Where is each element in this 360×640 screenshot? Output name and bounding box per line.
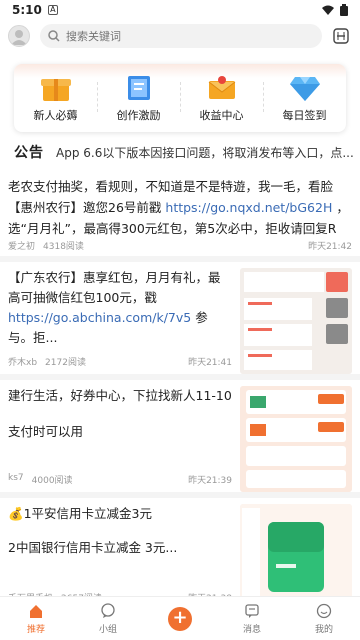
post-line-text: 1平安信用卡立减金3元: [23, 506, 152, 521]
tab-groups[interactable]: 小组: [72, 597, 144, 640]
tab-messages[interactable]: 消息: [216, 597, 288, 640]
tab-label: 我的: [314, 624, 333, 635]
status-time: 5:10: [12, 3, 42, 17]
top-header: [0, 20, 360, 52]
message-icon: [245, 603, 259, 618]
post-body: 💰1平安信用卡立减金3元 2中国银行信用卡立减金 3元...: [8, 504, 232, 558]
post-time: 昨天21:42: [308, 242, 352, 252]
post-time: 昨天21:41: [188, 358, 232, 368]
gift-box-icon: [40, 79, 71, 101]
post-meta: 爱之初 4318阅读 昨天21:42: [8, 239, 352, 252]
user-icon: [11, 30, 27, 45]
post-line: 💰1平安信用卡立减金3元: [8, 504, 232, 524]
post-feed: 老农支付抽奖，看规则，不知道是不是特遊，我一毛，看脸【惠州农行】邀您26号前戳 …: [0, 172, 360, 616]
post-author[interactable]: 爱之初: [8, 239, 35, 252]
diamond-icon: [289, 77, 320, 101]
search-bar[interactable]: [40, 24, 322, 48]
post-thumbnail[interactable]: [240, 504, 352, 610]
post-views: 2172阅读: [45, 358, 86, 368]
tab-profile[interactable]: 我的: [288, 597, 360, 640]
menu-item-label: 新人必薅: [33, 109, 78, 122]
post-meta: 乔木xb 2172阅读 昨天21:41: [8, 355, 232, 368]
tab-label: 推荐: [26, 624, 45, 635]
menu-item-label: 创作激励: [116, 109, 161, 122]
announcement-badge: 公告: [14, 145, 44, 161]
post-line: 建行生活，好券中心，下拉找新人11-10: [8, 388, 232, 403]
search-icon: [48, 30, 60, 42]
feature-menu: 新人必薅 创作激励 收益中心 每日签到: [14, 64, 346, 132]
menu-item-newbie[interactable]: 新人必薅: [14, 64, 97, 132]
post-line: 支付时可以用: [8, 424, 84, 439]
home-icon: [30, 604, 42, 618]
post-views: 4318阅读: [43, 242, 84, 252]
post-body: 老农支付抽奖，看规则，不知道是不是特遊，我一毛，看脸【惠州农行】邀您26号前戳 …: [8, 176, 352, 239]
coupon-screenshot-image: [240, 268, 352, 374]
money-bag-icon: 💰: [8, 506, 24, 521]
tab-label: 小组: [98, 624, 117, 635]
card-screenshot-image: [240, 504, 352, 610]
tab-recommend[interactable]: 推荐: [0, 597, 72, 640]
tab-label: 消息: [242, 624, 261, 635]
bottom-tab-bar: 推荐 小组 + 消息 我的: [0, 596, 360, 640]
post-link[interactable]: https://go.nqxd.net/bG62H: [165, 200, 332, 215]
announcement-text: App 6.6以下版本因接口问题，将取消发布等入口，点...: [56, 145, 354, 160]
post-item[interactable]: 【广东农行】惠享红包，月月有礼，最高可抽微信红包100元，戳 https://go…: [0, 262, 360, 380]
avatar[interactable]: [8, 25, 30, 47]
post-item[interactable]: 老农支付抽奖，看规则，不知道是不是特遊，我一毛，看脸【惠州农行】邀您26号前戳 …: [0, 172, 360, 262]
post-body: 【广东农行】惠享红包，月月有礼，最高可抽微信红包100元，戳 https://go…: [8, 268, 232, 348]
post-thumbnail[interactable]: [240, 268, 352, 374]
wifi-icon: [322, 5, 334, 15]
voucher-screenshot-image: [240, 386, 352, 492]
status-bar: 5:10 A: [0, 0, 360, 20]
post-author[interactable]: 乔木xb: [8, 355, 37, 368]
post-line: 2中国银行信用卡立减金 3元...: [8, 540, 178, 555]
notification-indicator-icon: A: [47, 5, 58, 15]
menu-item-earnings[interactable]: 收益中心: [180, 64, 263, 132]
scan-icon: [333, 28, 349, 44]
menu-item-checkin[interactable]: 每日签到: [263, 64, 346, 132]
post-views: 4000阅读: [31, 476, 73, 486]
post-item[interactable]: 建行生活，好券中心，下拉找新人11-10 支付时可以用 ks7 4000阅读 昨…: [0, 380, 360, 498]
menu-item-creator[interactable]: 创作激励: [97, 64, 180, 132]
post-time: 昨天21:39: [188, 476, 232, 486]
post-link[interactable]: https://go.abchina.com/k/7v5: [8, 310, 191, 325]
menu-item-label: 收益中心: [199, 109, 244, 122]
tab-create[interactable]: +: [144, 597, 216, 640]
announcement-bar[interactable]: 公告 App 6.6以下版本因接口问题，将取消发布等入口，点...: [14, 142, 354, 162]
post-text: 【广东农行】惠享红包，月月有礼，最高可抽微信红包100元，戳: [8, 270, 221, 305]
post-thumbnail[interactable]: [240, 386, 352, 492]
scan-button[interactable]: [330, 25, 352, 47]
post-author[interactable]: ks7: [8, 473, 24, 486]
menu-item-label: 每日签到: [282, 109, 327, 122]
book-icon: [127, 76, 150, 100]
battery-icon: [340, 4, 348, 16]
envelope-icon: [208, 76, 235, 99]
search-input[interactable]: [66, 29, 286, 43]
add-post-button[interactable]: +: [168, 606, 192, 631]
chat-bubble-icon: [101, 602, 115, 618]
smiley-icon: [316, 603, 332, 618]
post-body: 建行生活，好券中心，下拉找新人11-10 支付时可以用: [8, 386, 232, 442]
post-meta: ks7 4000阅读 昨天21:39: [8, 473, 232, 486]
